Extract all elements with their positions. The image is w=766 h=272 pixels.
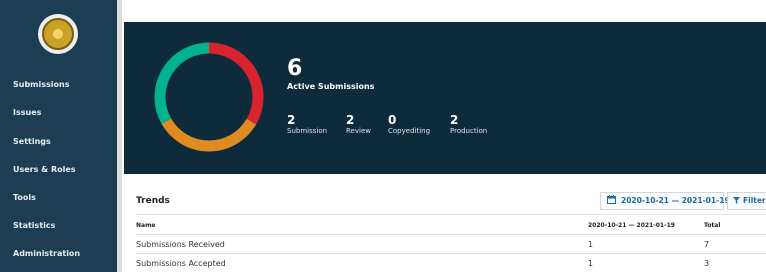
row-total-value: 7 xyxy=(704,240,710,249)
stage-review[interactable]: 2 Review xyxy=(346,113,371,136)
sidebar-item-tools[interactable]: Tools xyxy=(13,193,36,202)
row-name: Submissions Accepted xyxy=(136,259,226,268)
filter-icon xyxy=(733,197,740,204)
row-total-value: 3 xyxy=(704,259,710,268)
active-submissions-label: Active Submissions xyxy=(287,82,375,91)
submission-stage-donut-chart xyxy=(154,42,264,152)
stage-production[interactable]: 2 Production xyxy=(450,113,487,136)
calendar-icon xyxy=(607,195,616,204)
seal-logo-icon xyxy=(42,18,74,50)
stage-label: Submission xyxy=(287,127,328,135)
active-submissions-count: 6 xyxy=(287,56,303,81)
stage-copyediting[interactable]: 0 Copyediting xyxy=(388,113,430,136)
sidebar: Submissions Issues Settings Users & Role… xyxy=(0,0,117,272)
column-header-date-range[interactable]: 2020-10-21 — 2021-01-19 xyxy=(588,222,675,229)
row-range-value: 1 xyxy=(588,259,594,268)
date-range-label: 2020-10-21 — 2021-01-19 xyxy=(621,196,730,205)
table-divider xyxy=(136,253,766,254)
table-divider xyxy=(136,214,766,215)
stage-count: 0 xyxy=(388,113,397,127)
row-name: Submissions Received xyxy=(136,240,225,249)
date-range-button[interactable]: 2020-10-21 — 2021-01-19 xyxy=(600,192,730,210)
stage-label: Production xyxy=(450,127,488,135)
filters-button[interactable]: Filters xyxy=(727,192,766,210)
submissions-summary-panel: 6 Active Submissions 2 Submission 2 Revi… xyxy=(124,22,766,174)
stage-count: 2 xyxy=(346,113,355,127)
stage-count: 2 xyxy=(287,113,296,127)
sidebar-item-statistics[interactable]: Statistics xyxy=(13,221,55,230)
sidebar-item-settings[interactable]: Settings xyxy=(13,137,51,146)
main-content: 6 Active Submissions 2 Submission 2 Revi… xyxy=(122,0,766,272)
filters-label: Filters xyxy=(743,196,766,205)
sidebar-item-users-roles[interactable]: Users & Roles xyxy=(13,165,76,174)
column-header-total[interactable]: Total xyxy=(704,222,720,229)
column-header-name[interactable]: Name xyxy=(136,222,155,229)
sidebar-item-submissions[interactable]: Submissions xyxy=(13,80,69,89)
stage-count: 2 xyxy=(450,113,459,127)
stage-label: Review xyxy=(346,127,371,135)
sidebar-item-issues[interactable]: Issues xyxy=(13,108,41,117)
journal-logo[interactable] xyxy=(38,14,78,54)
stage-submission[interactable]: 2 Submission xyxy=(287,113,327,136)
sidebar-item-administration[interactable]: Administration xyxy=(13,249,80,258)
table-divider xyxy=(136,234,766,235)
row-range-value: 1 xyxy=(588,240,594,249)
trends-heading: Trends xyxy=(136,196,170,206)
stage-label: Copyediting xyxy=(388,127,431,135)
